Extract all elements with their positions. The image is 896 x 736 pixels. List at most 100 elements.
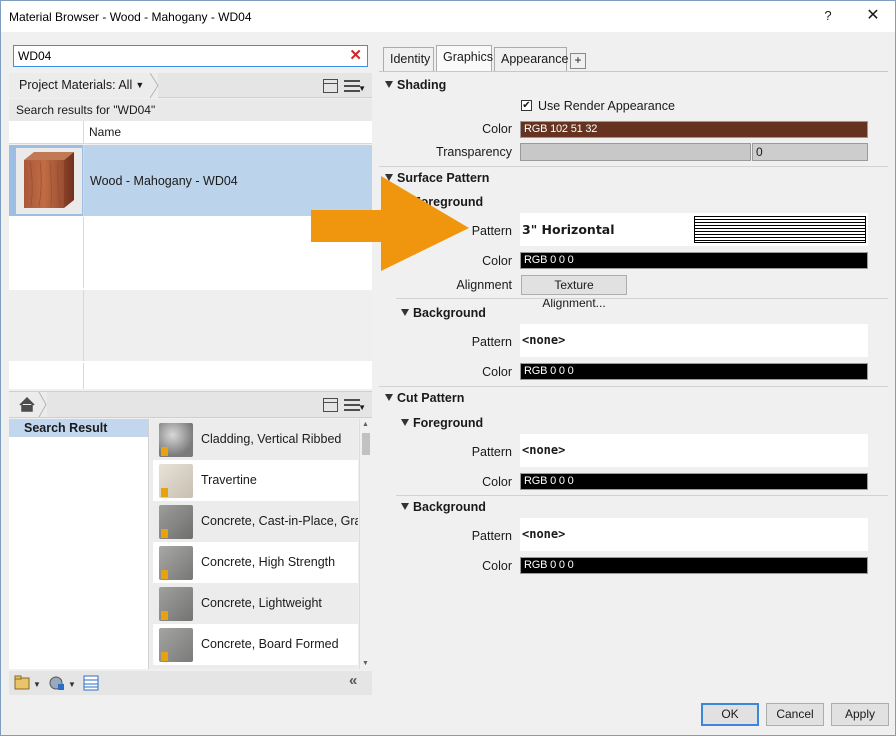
material-name: Wood - Mahogany - WD04 — [90, 174, 238, 188]
home-icon — [19, 391, 47, 418]
cut-bg-pattern-label: Pattern — [471, 529, 512, 543]
project-materials-label: Project Materials: All — [19, 78, 133, 92]
list-item[interactable]: Cladding, Vertical Ribbed — [153, 419, 358, 460]
cancel-button[interactable]: Cancel — [766, 703, 824, 726]
transparency-slider[interactable] — [520, 143, 751, 161]
search-result-node[interactable]: Search Result — [9, 419, 148, 437]
library-home-button[interactable] — [9, 391, 47, 418]
library-lock-icon — [161, 611, 168, 620]
callout-arrow-icon — [311, 176, 469, 271]
close-button[interactable]: ✕ — [859, 5, 887, 27]
list-item[interactable]: Concrete, Lightweight — [153, 583, 358, 624]
clear-search-icon[interactable]: ✕ — [349, 47, 362, 65]
cut-fg-pattern-label: Pattern — [471, 445, 512, 459]
project-materials-dropdown[interactable]: Project Materials: All ▼ — [9, 73, 159, 98]
divider — [379, 386, 888, 387]
texture-alignment-button[interactable]: Texture Alignment... — [521, 275, 627, 310]
show-hide-library-icon[interactable] — [323, 78, 338, 93]
library-lock-icon — [161, 447, 168, 456]
search-input[interactable] — [18, 48, 338, 64]
window-title: Material Browser - Wood - Mahogany - WD0… — [9, 10, 252, 24]
search-box[interactable]: ✕ — [13, 45, 368, 67]
search-results-label: Search results for "WD04" — [9, 99, 372, 121]
scroll-down-icon[interactable]: ▼ — [362, 660, 369, 667]
shading-section-header[interactable]: Shading — [385, 78, 446, 92]
shading-color-swatch[interactable]: RGB 102 51 32 — [520, 121, 868, 138]
scroll-up-icon[interactable]: ▲ — [362, 421, 369, 428]
grid-header: Name — [9, 121, 372, 144]
library-bar: ▼ — [9, 391, 372, 418]
wood-cube-thumbnail-icon — [16, 148, 82, 214]
collapse-panel-icon[interactable]: « — [349, 672, 357, 689]
help-button[interactable]: ? — [816, 5, 840, 27]
asset-browser-icon[interactable] — [83, 675, 99, 691]
surface-bg-pattern-field[interactable]: <none> — [520, 324, 868, 357]
divider — [379, 166, 888, 167]
pattern-name: 3" Horizontal — [522, 222, 615, 237]
cut-bg-color-swatch[interactable]: RGB 0 0 0 — [520, 557, 868, 574]
material-name: Concrete, Board Formed — [201, 637, 339, 651]
material-thumbnail — [9, 145, 84, 216]
cut-fg-color-swatch[interactable]: RGB 0 0 0 — [520, 473, 868, 490]
apply-button[interactable]: Apply — [831, 703, 889, 726]
library-tree: Search Result — [9, 419, 149, 669]
surface-fg-pattern-field[interactable]: 3" Horizontal — [520, 213, 868, 246]
scroll-thumb[interactable] — [362, 433, 370, 455]
library-panel-icon[interactable] — [323, 397, 338, 412]
cut-background-header[interactable]: Background — [401, 500, 486, 514]
breadcrumb-chevron-icon — [150, 73, 159, 98]
chevron-down-icon: ▼ — [135, 80, 145, 90]
tab-identity[interactable]: Identity — [383, 47, 434, 71]
collapse-triangle-icon — [401, 419, 409, 426]
library-scrollbar[interactable]: ▲ ▼ — [359, 419, 372, 669]
material-name: Travertine — [201, 473, 257, 487]
list-item[interactable]: Concrete, Cast-in-Place, Gray — [153, 501, 358, 542]
add-asset-button[interactable]: + — [570, 53, 586, 69]
list-item[interactable]: Travertine — [153, 460, 358, 501]
create-material-icon[interactable]: ▼ — [49, 675, 76, 691]
cut-fg-color-label: Color — [482, 475, 512, 489]
library-lock-icon — [161, 652, 168, 661]
collapse-triangle-icon — [385, 394, 393, 401]
cut-foreground-header[interactable]: Foreground — [401, 416, 483, 430]
collapse-triangle-icon — [385, 81, 393, 88]
cut-pattern-section-header[interactable]: Cut Pattern — [385, 391, 464, 405]
cut-bg-pattern-field[interactable]: <none> — [520, 518, 868, 551]
pattern-name: <none> — [522, 527, 566, 541]
tab-graphics[interactable]: Graphics — [436, 45, 493, 72]
name-column-header[interactable]: Name — [89, 125, 121, 139]
surface-fg-color-swatch[interactable]: RGB 0 0 0 — [520, 252, 868, 269]
surface-background-header[interactable]: Background — [401, 306, 486, 320]
cut-fg-pattern-field[interactable]: <none> — [520, 434, 868, 467]
view-options-icon[interactable]: ▼ — [344, 79, 366, 93]
svg-text:▼: ▼ — [33, 680, 40, 689]
empty-row — [9, 290, 372, 361]
material-editor-pane: Identity Graphics Appearance + Shading ✔… — [378, 41, 889, 695]
ok-button[interactable]: OK — [701, 703, 759, 726]
material-name: Cladding, Vertical Ribbed — [201, 432, 342, 446]
view-toolbar: ▼ — [323, 77, 366, 94]
left-pane: ✕ Project Materials: All ▼ ▼ Search resu… — [9, 41, 372, 695]
tab-appearance[interactable]: Appearance — [494, 47, 568, 71]
collapse-triangle-icon — [401, 503, 409, 510]
collapse-triangle-icon — [401, 309, 409, 316]
surface-bg-color-swatch[interactable]: RGB 0 0 0 — [520, 363, 868, 380]
use-render-appearance-checkbox[interactable]: ✔ — [521, 100, 532, 111]
surface-bg-color-label: Color — [482, 365, 512, 379]
divider — [396, 495, 888, 496]
material-name: Concrete, High Strength — [201, 555, 336, 569]
pattern-name: <none> — [522, 333, 566, 347]
transparency-value[interactable]: 0 — [752, 143, 868, 161]
library-view-options-icon[interactable]: ▼ — [344, 398, 366, 412]
material-browser-window: Material Browser - Wood - Mahogany - WD0… — [0, 0, 896, 736]
svg-text:▼: ▼ — [68, 680, 75, 689]
divider — [396, 298, 888, 299]
project-materials-bar: Project Materials: All ▼ ▼ — [9, 73, 372, 98]
graphics-panel: Shading ✔ Use Render Appearance Color RG… — [379, 71, 888, 695]
list-item[interactable]: Concrete, Board Formed — [153, 624, 358, 665]
open-library-icon[interactable]: ▼ — [14, 675, 41, 691]
alignment-label: Alignment — [456, 278, 512, 292]
library-lock-icon — [161, 570, 168, 579]
list-item[interactable]: Concrete, High Strength — [153, 542, 358, 583]
pattern-name: <none> — [522, 443, 566, 457]
